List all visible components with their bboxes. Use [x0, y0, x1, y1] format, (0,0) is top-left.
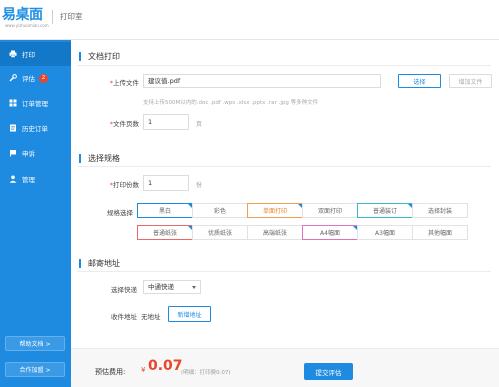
file-name-field[interactable]: 建议值.pdf — [143, 74, 381, 88]
sidebar-item-label: 评估 — [22, 75, 35, 83]
app-header: 易桌面 www.yizhuomian.com 打印室 — [0, 0, 499, 40]
upload-hint: 支持上传500M以内的.doc .pdf .wps .xlsx .pptx .r… — [143, 100, 319, 106]
price-footer: 预估费用: ¥ 0.07 (明细：打印费0.07) 提交评估 — [71, 348, 499, 387]
express-label: 选择快递 — [111, 286, 137, 294]
help-docs-button[interactable]: 帮助文档 > — [5, 336, 65, 351]
section-marker — [79, 154, 81, 163]
select-file-button[interactable]: 选择 — [398, 74, 441, 88]
price-breakdown: (明细：打印费0.07) — [181, 370, 231, 376]
document-icon — [9, 124, 17, 132]
section-divider — [77, 65, 491, 66]
option-single-sided[interactable]: 单面打印 — [247, 203, 303, 218]
estimated-price: 0.07 — [148, 358, 183, 374]
spec-select-label: 规格选择 — [107, 209, 133, 217]
option-color[interactable]: 彩色 — [192, 203, 248, 218]
sidebar: 打印 评估 2 订单管理 历史订单 申诉 管理 帮助文档 > 合作加盟 > — [0, 40, 71, 387]
new-address-button[interactable]: 新增地址 — [168, 306, 211, 322]
page-count-label: *文件页数 — [109, 120, 139, 128]
option-quality-paper[interactable]: 优质纸张 — [192, 225, 248, 240]
option-other-size[interactable]: 其他幅面 — [412, 225, 468, 240]
logo-url: www.yizhuomian.com — [5, 23, 49, 28]
sidebar-item-label: 管理 — [22, 176, 35, 184]
option-a4-size[interactable]: A4幅面 — [302, 225, 358, 240]
section-title: 文档打印 — [88, 52, 120, 61]
sidebar-item-history-orders[interactable]: 历史订单 — [0, 116, 71, 140]
option-premium-paper[interactable]: 高端纸张 — [247, 225, 303, 240]
sidebar-item-manage[interactable]: 管理 — [0, 167, 71, 191]
copies-input[interactable]: 1 — [143, 175, 189, 191]
section-mail-address: 邮寄地址 — [79, 258, 120, 269]
logo[interactable]: 易桌面 www.yizhuomian.com — [2, 2, 49, 32]
notification-badge: 2 — [39, 73, 48, 83]
flag-icon — [9, 149, 17, 157]
sidebar-item-order-manage[interactable]: 订单管理 — [0, 91, 71, 115]
currency-symbol: ¥ — [141, 366, 146, 374]
sidebar-item-label: 打印 — [22, 51, 35, 59]
sidebar-item-print[interactable]: 打印 — [0, 42, 71, 66]
sidebar-item-label: 订单管理 — [22, 100, 48, 108]
option-choose-package[interactable]: 选择封装 — [412, 203, 468, 218]
wrench-icon — [9, 74, 17, 82]
section-marker — [79, 52, 81, 61]
upload-file-label: *上传文件 — [109, 79, 139, 87]
section-divider — [77, 271, 491, 272]
header-divider — [52, 10, 53, 24]
partner-join-button[interactable]: 合作加盟 > — [5, 362, 65, 377]
page-count-input[interactable]: 1 — [143, 114, 189, 130]
section-title: 选择规格 — [88, 154, 120, 163]
page-title: 打印室 — [60, 12, 83, 21]
copies-label: *打印份数 — [109, 181, 139, 189]
chevron-down-icon — [192, 286, 196, 289]
section-doc-print: 文档打印 — [79, 51, 120, 62]
option-a3-size[interactable]: A3幅面 — [357, 225, 413, 240]
logo-text: 易桌面 — [2, 7, 43, 23]
page-unit: 页 — [196, 121, 203, 128]
sidebar-item-appeal[interactable]: 申诉 — [0, 141, 71, 165]
printer-icon — [9, 50, 17, 58]
express-select[interactable]: 中通快递 — [143, 280, 201, 294]
option-standard-binding[interactable]: 普通装订 — [357, 203, 413, 218]
grid-icon — [9, 99, 17, 107]
option-double-sided[interactable]: 双面打印 — [302, 203, 358, 218]
sidebar-item-label: 申诉 — [22, 150, 35, 158]
address-value: 无地址 — [141, 313, 161, 321]
section-title: 邮寄地址 — [88, 259, 120, 268]
option-black-white[interactable]: 黑白 — [137, 203, 193, 218]
section-spec: 选择规格 — [79, 153, 120, 164]
option-standard-paper[interactable]: 普通纸张 — [137, 225, 193, 240]
add-file-button[interactable]: 增加文件 — [449, 74, 492, 88]
section-divider — [77, 166, 491, 167]
main-content: 文档打印 *上传文件 建议值.pdf 选择 增加文件 支持上传500M以内的.d… — [71, 40, 499, 387]
estimated-cost-label: 预估费用: — [95, 368, 126, 376]
sidebar-item-label: 历史订单 — [22, 125, 48, 133]
sidebar-item-evaluate[interactable]: 评估 2 — [0, 66, 71, 90]
submit-evaluation-button[interactable]: 提交评估 — [304, 363, 353, 380]
copies-unit: 份 — [196, 182, 203, 189]
section-marker — [79, 259, 81, 268]
address-label: 收件地址 — [111, 313, 137, 321]
user-icon — [9, 175, 17, 183]
